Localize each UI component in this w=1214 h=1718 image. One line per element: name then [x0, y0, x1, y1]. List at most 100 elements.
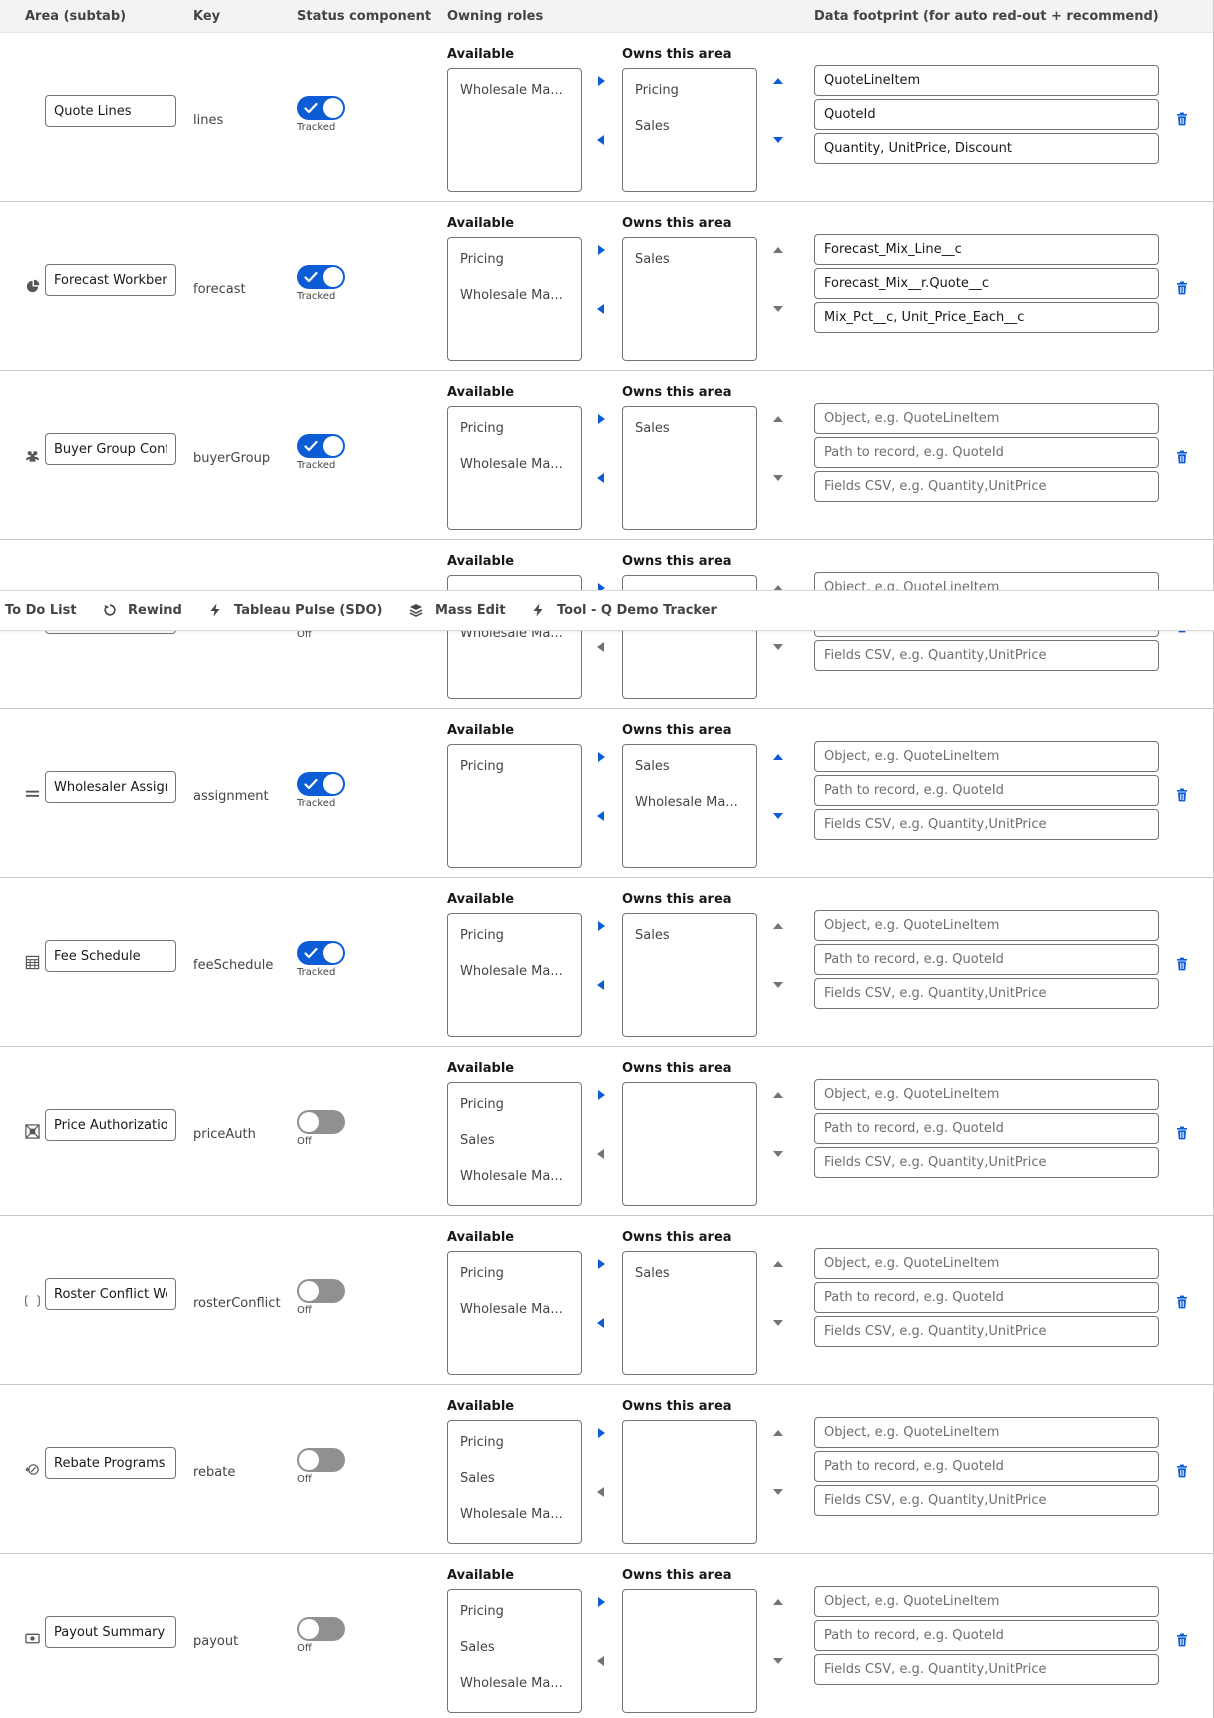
path-field[interactable]: [814, 1620, 1159, 1651]
move-left-icon[interactable]: [595, 1148, 607, 1160]
path-field[interactable]: [814, 775, 1159, 806]
utility-item-mass-edit[interactable]: Mass Edit: [435, 602, 506, 620]
listbox-option[interactable]: Sales: [623, 411, 756, 447]
path-field[interactable]: [814, 99, 1159, 130]
owns-listbox[interactable]: Sales: [622, 237, 757, 361]
move-down-icon[interactable]: [772, 1486, 784, 1498]
fields-field[interactable]: [814, 302, 1159, 333]
move-left-icon[interactable]: [595, 1486, 607, 1498]
object-field[interactable]: [814, 65, 1159, 96]
fields-field[interactable]: [814, 1654, 1159, 1685]
move-down-icon[interactable]: [772, 1655, 784, 1667]
move-right-icon[interactable]: [595, 920, 607, 932]
listbox-option[interactable]: Wholesale Ma...: [448, 1666, 581, 1702]
utility-item-demo-tracker[interactable]: Tool - Q Demo Tracker: [557, 602, 717, 620]
listbox-option[interactable]: Wholesale Ma...: [448, 278, 581, 314]
listbox-option[interactable]: Pricing: [448, 1594, 581, 1630]
status-toggle[interactable]: [297, 1448, 345, 1472]
object-field[interactable]: [814, 910, 1159, 941]
move-up-icon[interactable]: [772, 1596, 784, 1608]
area-label-input[interactable]: [45, 1616, 176, 1648]
listbox-option[interactable]: Sales: [623, 749, 756, 785]
move-down-icon[interactable]: [772, 641, 784, 653]
move-left-icon[interactable]: [595, 303, 607, 315]
move-down-icon[interactable]: [772, 134, 784, 146]
move-down-icon[interactable]: [772, 810, 784, 822]
listbox-option[interactable]: Sales: [623, 242, 756, 278]
move-up-icon[interactable]: [772, 920, 784, 932]
area-label-input[interactable]: [45, 433, 176, 465]
available-listbox[interactable]: Pricing Sales Wholesale Ma...: [447, 1082, 582, 1206]
move-left-icon[interactable]: [595, 134, 607, 146]
listbox-option[interactable]: Sales: [448, 1123, 581, 1159]
listbox-option[interactable]: Pricing: [448, 411, 581, 447]
area-label-input[interactable]: [45, 1109, 176, 1141]
status-toggle[interactable]: [297, 96, 345, 120]
delete-icon[interactable]: [1175, 450, 1189, 464]
owns-listbox[interactable]: Pricing Sales: [622, 68, 757, 192]
listbox-option[interactable]: Pricing: [448, 1087, 581, 1123]
listbox-option[interactable]: Sales: [448, 1630, 581, 1666]
owns-listbox[interactable]: Sales: [622, 913, 757, 1037]
path-field[interactable]: [814, 1451, 1159, 1482]
owns-listbox[interactable]: Sales: [622, 406, 757, 530]
move-left-icon[interactable]: [595, 979, 607, 991]
listbox-option[interactable]: Pricing: [448, 242, 581, 278]
listbox-option[interactable]: Sales: [448, 1461, 581, 1497]
area-label-input[interactable]: [45, 264, 176, 296]
object-field[interactable]: [814, 741, 1159, 772]
move-right-icon[interactable]: [595, 75, 607, 87]
move-down-icon[interactable]: [772, 1148, 784, 1160]
listbox-option[interactable]: Wholesale Ma...: [623, 785, 756, 821]
delete-icon[interactable]: [1175, 1126, 1189, 1140]
move-right-icon[interactable]: [595, 1427, 607, 1439]
object-field[interactable]: [814, 1248, 1159, 1279]
utility-item-rewind[interactable]: Rewind: [128, 602, 182, 620]
status-toggle[interactable]: [297, 1617, 345, 1641]
move-left-icon[interactable]: [595, 472, 607, 484]
move-up-icon[interactable]: [772, 244, 784, 256]
move-right-icon[interactable]: [595, 244, 607, 256]
delete-icon[interactable]: [1175, 1464, 1189, 1478]
fields-field[interactable]: [814, 978, 1159, 1009]
delete-icon[interactable]: [1175, 1295, 1189, 1309]
available-listbox[interactable]: Pricing Wholesale Ma...: [447, 237, 582, 361]
area-label-input[interactable]: [45, 940, 176, 972]
status-toggle[interactable]: [297, 1279, 345, 1303]
move-up-icon[interactable]: [772, 75, 784, 87]
fields-field[interactable]: [814, 640, 1159, 671]
status-toggle[interactable]: [297, 265, 345, 289]
status-toggle[interactable]: [297, 1110, 345, 1134]
delete-icon[interactable]: [1175, 1633, 1189, 1647]
path-field[interactable]: [814, 437, 1159, 468]
available-listbox[interactable]: Pricing Wholesale Ma...: [447, 406, 582, 530]
path-field[interactable]: [814, 268, 1159, 299]
status-toggle[interactable]: [297, 941, 345, 965]
listbox-option[interactable]: Pricing: [448, 918, 581, 954]
area-label-input[interactable]: [45, 95, 176, 127]
move-up-icon[interactable]: [772, 1089, 784, 1101]
object-field[interactable]: [814, 234, 1159, 265]
area-label-input[interactable]: [45, 1278, 176, 1310]
move-right-icon[interactable]: [595, 751, 607, 763]
available-listbox[interactable]: Pricing: [447, 744, 582, 868]
listbox-option[interactable]: Pricing: [623, 73, 756, 109]
available-listbox[interactable]: Pricing Sales Wholesale Ma...: [447, 1420, 582, 1544]
listbox-option[interactable]: Wholesale Ma...: [448, 954, 581, 990]
move-right-icon[interactable]: [595, 1596, 607, 1608]
listbox-option[interactable]: Sales: [623, 109, 756, 145]
listbox-option[interactable]: Wholesale Ma...: [448, 1497, 581, 1533]
available-listbox[interactable]: Pricing Wholesale Ma...: [447, 913, 582, 1037]
object-field[interactable]: [814, 1417, 1159, 1448]
move-right-icon[interactable]: [595, 413, 607, 425]
available-listbox[interactable]: Pricing Sales Wholesale Ma...: [447, 1589, 582, 1713]
listbox-option[interactable]: Wholesale Ma...: [448, 1159, 581, 1195]
listbox-option[interactable]: Wholesale Ma...: [448, 1292, 581, 1328]
listbox-option[interactable]: Pricing: [448, 749, 581, 785]
delete-icon[interactable]: [1175, 957, 1189, 971]
utility-item-todo[interactable]: To Do List: [5, 602, 77, 620]
delete-icon[interactable]: [1175, 281, 1189, 295]
available-listbox[interactable]: Wholesale Ma...: [447, 68, 582, 192]
path-field[interactable]: [814, 1113, 1159, 1144]
fields-field[interactable]: [814, 471, 1159, 502]
